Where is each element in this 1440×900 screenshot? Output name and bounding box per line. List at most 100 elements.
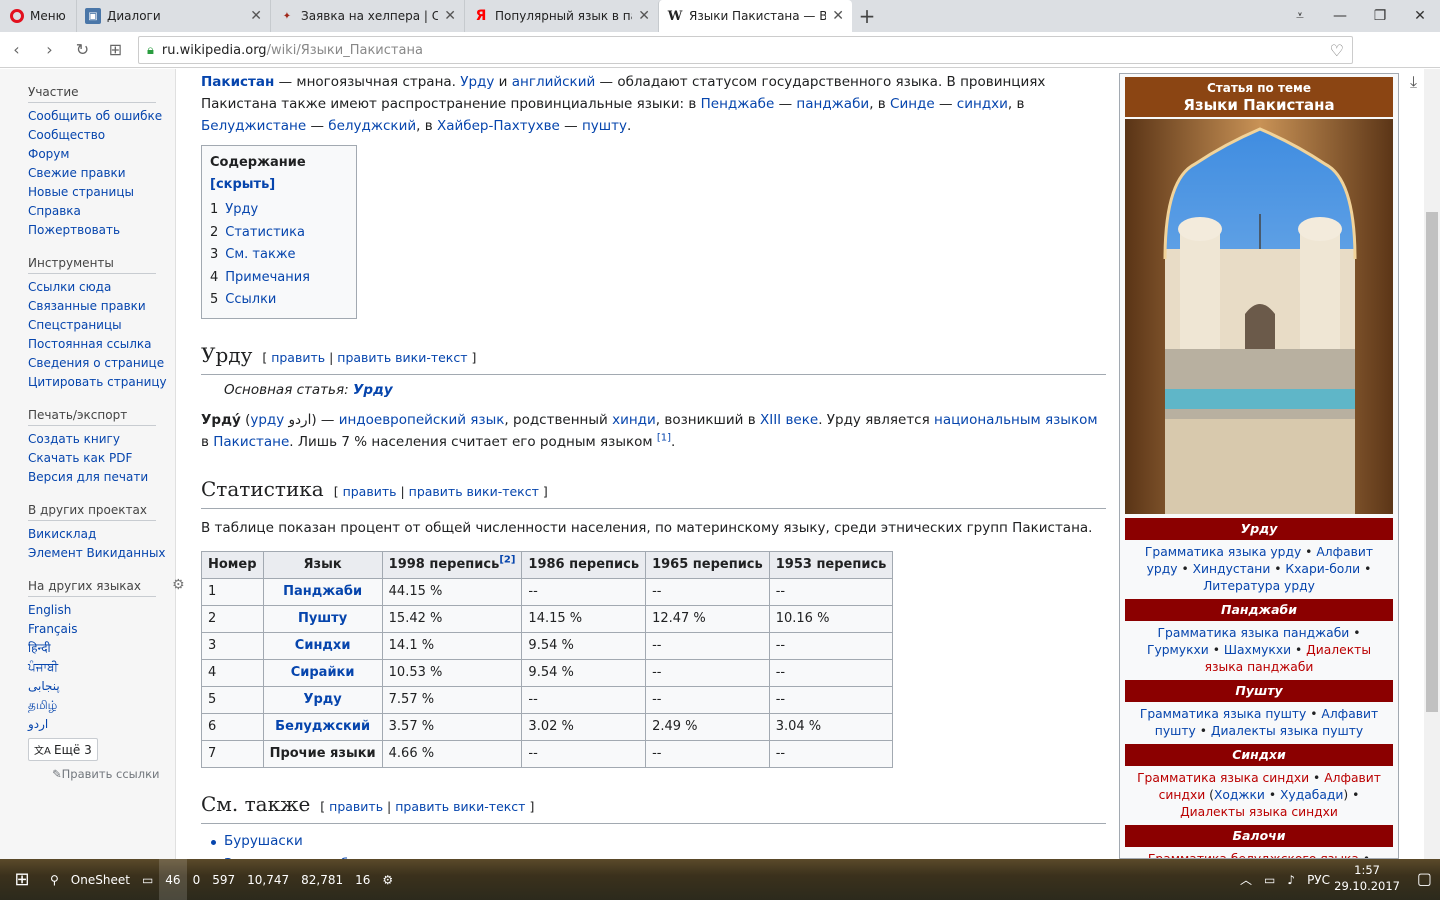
tab-menu-icon[interactable]: ⩡ [1280, 0, 1320, 32]
close-window-button[interactable]: ✕ [1400, 0, 1440, 32]
language-link[interactable]: Пушту [298, 611, 347, 626]
sidebar-link[interactable]: Скачать как PDF [28, 451, 132, 465]
taskbar-item-opera[interactable]: 46 [159, 859, 187, 900]
sidebar-link[interactable]: Пожертвовать [28, 223, 120, 237]
text-link[interactable]: синдхи [957, 96, 1008, 112]
navbox-link[interactable]: Грамматика языка урду [1145, 545, 1301, 559]
sidebar-link[interactable]: Свежие правки [28, 166, 126, 180]
toc-link[interactable]: Примечания [225, 270, 310, 285]
language-link[interactable]: Белуджский [275, 719, 370, 734]
volume-icon[interactable]: ♪ [1287, 873, 1295, 887]
language-link[interactable]: English [28, 603, 71, 617]
taskbar-item-6[interactable]: 16 [349, 859, 376, 900]
address-field[interactable]: 🔒︎ ru.wikipedia.org/wiki/Языки_Пакистана… [138, 36, 1353, 64]
text-link[interactable]: Пакистане [213, 434, 289, 450]
tab-yandex-search[interactable]: Я Популярный язык в паки ✕ [464, 0, 658, 32]
language-indicator[interactable]: РУС [1307, 873, 1330, 887]
navbox-link[interactable]: Хиндустани [1193, 562, 1271, 576]
close-tab-icon[interactable]: ✕ [832, 8, 844, 24]
edit-link[interactable]: править [343, 484, 397, 499]
more-languages-button[interactable]: 文A Ещё 3 [28, 738, 98, 761]
navbox-group-heading[interactable]: Синдхи [1125, 744, 1393, 766]
edit-link[interactable]: править [329, 799, 383, 814]
minimize-button[interactable]: — [1320, 0, 1360, 32]
start-button[interactable]: ⊞ [0, 859, 44, 900]
sidebar-link[interactable]: Сведения о странице [28, 356, 164, 370]
navbox-link[interactable]: Литература урду [1203, 579, 1315, 593]
search-icon[interactable]: ⚲ [44, 859, 65, 900]
navbox-link[interactable]: Диалекты языка синдхи [1180, 805, 1338, 819]
language-link[interactable]: ਪੰਜਾਬੀ [28, 660, 58, 674]
close-tab-icon[interactable]: ✕ [444, 8, 456, 24]
sidebar-link[interactable]: Версия для печати [28, 470, 148, 484]
text-link[interactable]: Пенджабе [701, 96, 775, 112]
sidebar-link[interactable]: Связанные правки [28, 299, 146, 313]
toc-link[interactable]: См. также [225, 247, 295, 262]
navbox-group-heading[interactable]: Панджаби [1125, 599, 1393, 621]
edit-source-link[interactable]: править вики-текст [395, 799, 525, 814]
text-link[interactable]: Хайбер-Пахтухве [437, 118, 560, 134]
text-link[interactable]: панджаби [796, 96, 869, 112]
language-link[interactable]: اردو [28, 717, 48, 731]
main-article-link[interactable]: Урду [353, 382, 393, 398]
navbox-link[interactable]: Грамматика языка синдхи [1137, 771, 1309, 785]
heart-icon[interactable]: ♡ [1330, 41, 1344, 60]
clock[interactable]: 1:57 29.10.2017 [1334, 862, 1400, 894]
opera-menu-button[interactable]: Меню [0, 0, 76, 32]
text-link[interactable]: Белуджистане [201, 118, 306, 134]
close-tab-icon[interactable]: ✕ [250, 8, 262, 24]
navbox-link[interactable]: Грамматика белуджского языка [1148, 852, 1359, 858]
text-link[interactable]: индоевропейский язык [339, 412, 505, 428]
text-link[interactable]: пушту [582, 118, 627, 134]
back-button[interactable]: ‹ [0, 40, 33, 59]
text-link[interactable]: XIII веке [760, 412, 818, 428]
tab-dialogs[interactable]: ▣ Диалоги ✕ [76, 0, 270, 32]
sidebar-link[interactable]: Форум [28, 147, 69, 161]
edit-link[interactable]: править [271, 350, 325, 365]
scrollbar-thumb[interactable] [1426, 212, 1438, 712]
text-link[interactable]: Урду [460, 74, 494, 90]
sidebar-link[interactable]: Элемент Викиданных [28, 546, 166, 560]
taskbar-item-2[interactable]: 0 [187, 859, 207, 900]
language-link[interactable]: Урду [303, 692, 341, 707]
sidebar-link[interactable]: Викисклад [28, 527, 96, 541]
reload-button[interactable]: ↻ [66, 40, 99, 59]
tray-up-arrow-icon[interactable]: ︿ [1240, 871, 1252, 888]
navbox-link[interactable]: Шахмукхи [1224, 643, 1291, 657]
new-tab-button[interactable]: + [852, 0, 882, 32]
edit-source-link[interactable]: править вики-текст [409, 484, 539, 499]
navbox-link[interactable]: Грамматика языка пушту [1140, 707, 1306, 721]
folder-icon[interactable]: ▭ [136, 859, 159, 900]
text-link[interactable]: национальным языком [934, 412, 1098, 428]
navbox-link[interactable]: Худабади [1280, 788, 1343, 802]
text-link[interactable]: урду [250, 412, 284, 428]
notifications-icon[interactable]: ▢ [1417, 869, 1432, 888]
gear-icon[interactable]: ⚙ [376, 859, 399, 900]
footnote-link[interactable]: [2] [499, 554, 515, 565]
tab-helper-request[interactable]: ✦ Заявка на хелпера | Стра ✕ [270, 0, 464, 32]
toc-link[interactable]: Урду [225, 202, 258, 217]
text-link[interactable]: Пакистан [201, 74, 274, 90]
see-also-link[interactable]: Бурушаски [224, 833, 303, 849]
restore-button[interactable]: ❐ [1360, 0, 1400, 32]
sidebar-link[interactable]: Новые страницы [28, 185, 134, 199]
text-link[interactable]: хинди [612, 412, 656, 428]
language-link[interactable]: Панджаби [283, 584, 362, 599]
language-link[interactable]: தமிழ் [28, 698, 57, 712]
download-icon[interactable]: ⤓ [1410, 72, 1417, 92]
sidebar-link[interactable]: Создать книгу [28, 432, 120, 446]
taskbar-item-4[interactable]: 10,747 [241, 859, 295, 900]
navbox-link[interactable]: Ходжки [1214, 788, 1265, 802]
sidebar-link[interactable]: Сообщество [28, 128, 105, 142]
navbox-link[interactable]: Гурмукхи [1147, 643, 1209, 657]
navbox-main-title[interactable]: Языки Пакистана [1125, 95, 1393, 115]
language-link[interactable]: Синдхи [295, 638, 351, 653]
edit-links-link[interactable]: ✎Править ссылки [52, 767, 175, 781]
text-link[interactable]: английский [512, 74, 596, 90]
taskbar-item-onesheet[interactable]: OneSheet [65, 859, 136, 900]
language-link[interactable]: Français [28, 622, 77, 636]
sidebar-link[interactable]: Цитировать страницу [28, 375, 167, 389]
sidebar-link[interactable]: Сообщить об ошибке [28, 109, 162, 123]
navbox-group-heading[interactable]: Урду [1125, 518, 1393, 540]
sidebar-link[interactable]: Справка [28, 204, 81, 218]
